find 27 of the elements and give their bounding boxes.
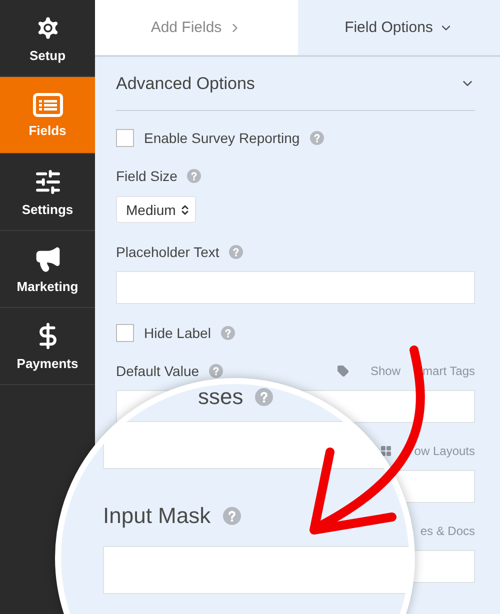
- checkbox[interactable]: [116, 324, 134, 342]
- grid-icon: [380, 445, 392, 457]
- input-field[interactable]: [116, 271, 475, 304]
- checkbox-label: Enable Survey Reporting: [144, 130, 300, 146]
- help-icon[interactable]: [255, 388, 274, 406]
- size-select[interactable]: Medium: [116, 196, 196, 223]
- list-icon: [32, 92, 62, 116]
- help-icon[interactable]: [310, 131, 324, 145]
- tag-icon: [336, 365, 348, 377]
- field-label: Placeholder Text: [116, 244, 220, 260]
- tab[interactable]: Add Fields: [95, 0, 298, 55]
- help-icon[interactable]: [220, 326, 235, 340]
- field-label: Input Mask: [103, 503, 211, 529]
- help-icon[interactable]: [209, 364, 224, 378]
- field-label: Default Value: [116, 363, 200, 379]
- help-icon[interactable]: [229, 245, 244, 259]
- section-header[interactable]: Advanced Options: [116, 57, 475, 111]
- help-icon[interactable]: [187, 169, 202, 183]
- sliders-icon: [34, 168, 62, 196]
- field-label: Field Size: [116, 168, 178, 184]
- checkbox[interactable]: [116, 129, 134, 147]
- input-field[interactable]: [103, 546, 409, 594]
- megaphone-icon: [34, 244, 62, 272]
- field-label: sses: [198, 384, 244, 410]
- checkbox-label: Hide Label: [144, 325, 211, 341]
- help-icon[interactable]: [222, 507, 241, 525]
- updown-icon: [179, 204, 191, 216]
